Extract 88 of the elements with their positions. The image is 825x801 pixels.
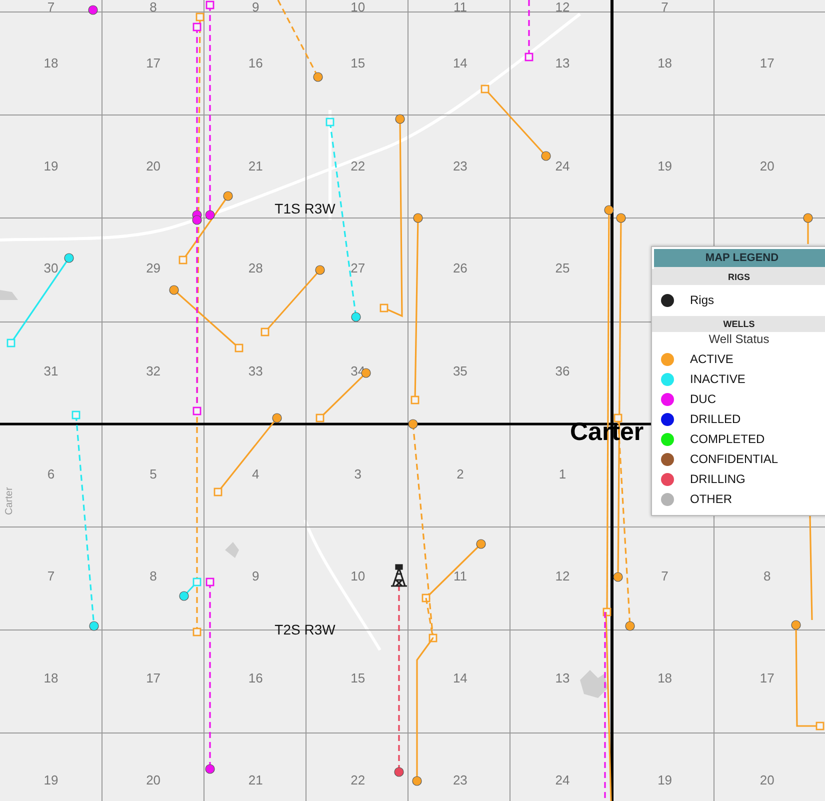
section-number: 3 (354, 466, 362, 482)
legend-label: CONFIDENTIAL (690, 452, 778, 467)
section-number: 16 (248, 670, 263, 686)
legend-label: Rigs (690, 293, 714, 308)
section-number: 23 (452, 158, 468, 174)
well-path[interactable] (214, 413, 282, 496)
legend-label: DRILLED (690, 412, 741, 427)
section-number: 29 (146, 260, 161, 276)
section-number: 18 (44, 55, 58, 70)
section-number: 30 (44, 260, 58, 276)
water-patch (0, 290, 18, 300)
section-number: 18 (658, 55, 672, 70)
section-number: 35 (452, 363, 468, 378)
well-marker[interactable] (88, 5, 98, 15)
section-number: 6 (47, 466, 55, 482)
section-number: 27 (350, 260, 366, 276)
section-number: 36 (555, 363, 570, 378)
well-marker[interactable] (192, 215, 202, 225)
section-number: 17 (760, 670, 774, 686)
section-number: 8 (150, 0, 157, 14)
section-number: 17 (146, 670, 161, 686)
section-number: 2 (456, 466, 464, 482)
township-label: T2S R3W (274, 622, 336, 638)
section-number: 21 (248, 158, 263, 174)
section-number: 17 (146, 55, 161, 70)
section-number: 19 (658, 158, 672, 174)
section-number: 18 (44, 670, 58, 686)
section-number: 14 (452, 55, 468, 70)
section-number: 20 (146, 158, 161, 174)
section-number: 13 (555, 670, 570, 686)
legend-label: DUC (690, 392, 716, 407)
section-number: 22 (350, 772, 366, 788)
section-number: 24 (555, 772, 570, 788)
section-number: 9 (252, 568, 260, 584)
section-number: 25 (555, 260, 570, 276)
section-number: 19 (44, 772, 58, 788)
section-number: 23 (452, 772, 468, 788)
drilling-rig-icon[interactable] (390, 564, 408, 587)
section-number: 5 (150, 466, 157, 482)
section-number: 31 (44, 363, 58, 378)
section-number: 12 (555, 0, 570, 14)
section-number: 32 (146, 363, 161, 378)
section-number: 7 (47, 0, 55, 14)
section-number: 20 (146, 772, 161, 788)
legend-label: OTHER (690, 492, 732, 507)
section-number: 18 (658, 670, 672, 686)
section-number: 33 (248, 363, 263, 378)
legend-subheading: Well Status (708, 332, 770, 346)
section-number: 11 (453, 0, 467, 14)
section-number: 10 (350, 0, 366, 14)
section-number: 21 (248, 772, 263, 788)
township-label: T1S R3W (274, 200, 336, 217)
section-number: 4 (252, 466, 260, 482)
section-number: 20 (760, 772, 774, 788)
section-number: 7 (47, 568, 55, 584)
section-number: 17 (760, 55, 774, 70)
water-patch (225, 542, 239, 558)
section-number: 13 (555, 55, 570, 70)
section-number: 7 (661, 0, 668, 14)
section-number: 15 (350, 670, 366, 686)
section-number: 10 (350, 568, 366, 584)
section-number: 22 (350, 158, 366, 174)
legend-section-heading: RIGS (652, 269, 825, 285)
section-number: 11 (453, 568, 467, 584)
section-number: 19 (44, 158, 58, 174)
section-number: 14 (452, 670, 468, 686)
water-patch (580, 670, 608, 698)
legend-title: MAP LEGEND (654, 249, 825, 269)
section-number: 16 (248, 55, 263, 70)
section-number: 8 (763, 568, 771, 584)
legend-label: COMPLETED (690, 432, 765, 447)
section-number: 1 (558, 466, 566, 482)
county-label: Carter (4, 487, 15, 515)
legend-label: DRILLING (690, 472, 746, 487)
legend-label: INACTIVE (690, 372, 746, 387)
section-number: 24 (555, 158, 570, 174)
section-number: 9 (252, 0, 260, 14)
section-number: 8 (150, 568, 157, 584)
legend-section-heading: WELLS (652, 316, 825, 332)
section-number: 15 (350, 55, 366, 70)
section-number: 12 (555, 568, 570, 584)
well-path[interactable] (605, 612, 612, 801)
section-number: 19 (658, 772, 672, 788)
section-number: 7 (661, 568, 668, 584)
section-number: 28 (248, 260, 263, 276)
section-number: 20 (760, 158, 774, 174)
section-number: 26 (452, 260, 468, 276)
legend-label: ACTIVE (690, 352, 734, 367)
